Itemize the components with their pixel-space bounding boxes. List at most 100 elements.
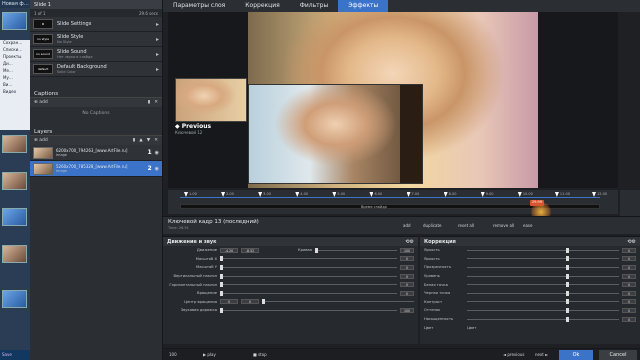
slider-handle[interactable] bbox=[220, 290, 223, 296]
correction-slider[interactable] bbox=[467, 273, 619, 279]
tree-item[interactable]: Ди… bbox=[0, 61, 30, 68]
slider-handle[interactable] bbox=[565, 316, 569, 322]
slider-handle[interactable] bbox=[220, 307, 223, 313]
timeline-keyframe-marker[interactable] bbox=[184, 192, 188, 197]
tree-item[interactable]: Ме… bbox=[0, 68, 30, 75]
motion-value-1[interactable]: -4.20 bbox=[220, 247, 238, 253]
correction-slider[interactable] bbox=[467, 256, 619, 262]
tree-item[interactable]: Му… bbox=[0, 75, 30, 82]
timeline[interactable]: 1.00 2.00 3.00 4.00 5.00 6.00 7.00 8.00 9.00 10.0… bbox=[168, 190, 618, 222]
motion-value-1[interactable]: 0 bbox=[220, 299, 238, 305]
slider-handle[interactable] bbox=[565, 256, 569, 262]
correction-slider[interactable] bbox=[467, 299, 619, 305]
duplicate-keyframe-button[interactable]: duplicate bbox=[423, 223, 442, 228]
cancel-button[interactable]: Cancel bbox=[599, 350, 637, 360]
slider-handle[interactable] bbox=[220, 256, 223, 262]
play-button[interactable]: ▶ play bbox=[203, 352, 216, 357]
slide-sound-item[interactable]: no sound Slide Sound Нет звука в слайде ▸ bbox=[30, 47, 162, 62]
tab-layer-params[interactable]: Параметры слоя bbox=[163, 0, 235, 12]
host-thumbnail[interactable] bbox=[2, 290, 27, 308]
motion-value-3[interactable]: 0 bbox=[400, 256, 414, 262]
motion-value-3[interactable]: 0 bbox=[400, 282, 414, 288]
correction-value[interactable]: 0 bbox=[622, 307, 636, 313]
ease-button[interactable]: ease bbox=[523, 223, 532, 228]
tree-item[interactable]: Ви… bbox=[0, 82, 30, 89]
slider-handle[interactable] bbox=[220, 264, 223, 270]
layer-row[interactable]: 6200x700_794263_[www.ArtFile.ru] Image 1 … bbox=[30, 145, 162, 161]
reset-all-button[interactable]: reset all bbox=[458, 223, 474, 228]
stop-button[interactable]: ■ stop bbox=[253, 352, 267, 357]
host-thumbnail[interactable] bbox=[2, 208, 27, 226]
motion-slider[interactable] bbox=[315, 247, 397, 253]
correction-slider[interactable] bbox=[467, 264, 619, 270]
slider-handle[interactable] bbox=[565, 273, 569, 279]
timeline-keyframe-marker[interactable] bbox=[258, 192, 263, 197]
motion-value-3[interactable]: 100 bbox=[400, 307, 414, 313]
correction-slider[interactable] bbox=[467, 307, 619, 313]
timeline-keyframe-marker[interactable] bbox=[406, 192, 411, 197]
host-thumbnail[interactable] bbox=[2, 245, 27, 263]
up-icon[interactable]: ▲ bbox=[139, 138, 142, 143]
timeline-keyframe-marker[interactable] bbox=[332, 192, 337, 197]
motion-slider[interactable] bbox=[262, 299, 414, 305]
correction-value[interactable]: 0 bbox=[622, 290, 636, 296]
default-background-item[interactable]: default Default Background Solid Color ▸ bbox=[30, 62, 162, 77]
ok-button[interactable]: Ok bbox=[559, 350, 593, 360]
slider-handle[interactable] bbox=[565, 247, 569, 253]
tree-item[interactable]: Проекты bbox=[0, 54, 30, 61]
correction-value[interactable]: 0 bbox=[622, 256, 636, 262]
eye-icon[interactable]: ◉ bbox=[155, 150, 159, 156]
slider-handle[interactable] bbox=[220, 282, 223, 288]
tab-filters[interactable]: Фильтры bbox=[290, 0, 338, 12]
timeline-keyframe-marker[interactable] bbox=[480, 192, 485, 197]
correction-value[interactable]: 0 bbox=[622, 264, 636, 270]
motion-value-3[interactable]: 0 bbox=[400, 264, 414, 270]
tree-item[interactable]: Видео bbox=[0, 89, 30, 96]
timeline-ruler[interactable]: 1.00 2.00 3.00 4.00 5.00 6.00 7.00 8.00 9.00 10.0… bbox=[180, 192, 607, 198]
layer-row-selected[interactable]: 5260x700_785328_[www.ArtFile.ru] Image 2 … bbox=[30, 161, 162, 177]
previous-keyframe-thumbnail[interactable] bbox=[175, 78, 247, 122]
tree-item[interactable]: Списки… bbox=[0, 47, 30, 54]
add-caption-button[interactable]: ⊕ add bbox=[34, 100, 48, 105]
slide-style-item[interactable]: no style Slide Style No Style ▸ bbox=[30, 32, 162, 47]
timeline-keyframe-marker[interactable] bbox=[517, 192, 522, 197]
tools-icon[interactable]: ✕ bbox=[154, 100, 158, 105]
correction-slider[interactable] bbox=[467, 247, 619, 253]
layer-image-secondary[interactable] bbox=[248, 84, 423, 184]
preview-side-tools[interactable] bbox=[620, 190, 640, 216]
slider-handle[interactable] bbox=[220, 273, 223, 279]
motion-slider[interactable] bbox=[220, 264, 397, 270]
remove-all-button[interactable]: remove all bbox=[493, 223, 514, 228]
correction-slider[interactable] bbox=[467, 316, 619, 322]
tab-correction[interactable]: Коррекция bbox=[235, 0, 289, 12]
correction-slider[interactable] bbox=[467, 282, 619, 288]
delete-icon[interactable]: ▮ bbox=[148, 100, 150, 105]
tab-effects[interactable]: Эффекты bbox=[338, 0, 389, 12]
timeline-keyframe-marker[interactable] bbox=[369, 192, 374, 197]
slider-handle[interactable] bbox=[565, 290, 569, 296]
timeline-keyframe-marker[interactable] bbox=[295, 192, 300, 197]
previous-button[interactable]: ◄ previous bbox=[503, 352, 524, 357]
timeline-keyframe-marker[interactable] bbox=[221, 192, 226, 197]
motion-slider[interactable] bbox=[220, 307, 397, 313]
delete-icon[interactable]: ▮ bbox=[133, 138, 135, 143]
eye-icon[interactable]: ◉ bbox=[155, 166, 159, 172]
host-thumbnail[interactable] bbox=[2, 135, 27, 153]
slider-handle[interactable] bbox=[565, 282, 569, 288]
slider-handle[interactable] bbox=[565, 307, 569, 313]
motion-slider[interactable] bbox=[220, 256, 397, 262]
correction-value[interactable]: 0 bbox=[622, 247, 636, 253]
timeline-keyframe-marker[interactable] bbox=[443, 192, 448, 197]
motion-value-2[interactable]: -8.52 bbox=[241, 247, 259, 253]
motion-value-3[interactable]: 100 bbox=[400, 247, 414, 253]
motion-value-2[interactable]: 0 bbox=[241, 299, 259, 305]
slider-handle[interactable] bbox=[565, 299, 569, 305]
slider-handle[interactable] bbox=[262, 299, 265, 305]
motion-slider[interactable] bbox=[220, 273, 397, 279]
settings-icon[interactable]: ⚙ bbox=[632, 239, 636, 245]
preview-area[interactable]: ◆ Previous Ключевой 12 bbox=[168, 12, 618, 188]
settings-icon[interactable]: ⚙ bbox=[410, 239, 414, 245]
add-layer-button[interactable]: ⊕ add bbox=[34, 138, 48, 143]
motion-value-3[interactable]: 0 bbox=[400, 273, 414, 279]
timeline-keyframe-marker[interactable] bbox=[592, 192, 596, 197]
